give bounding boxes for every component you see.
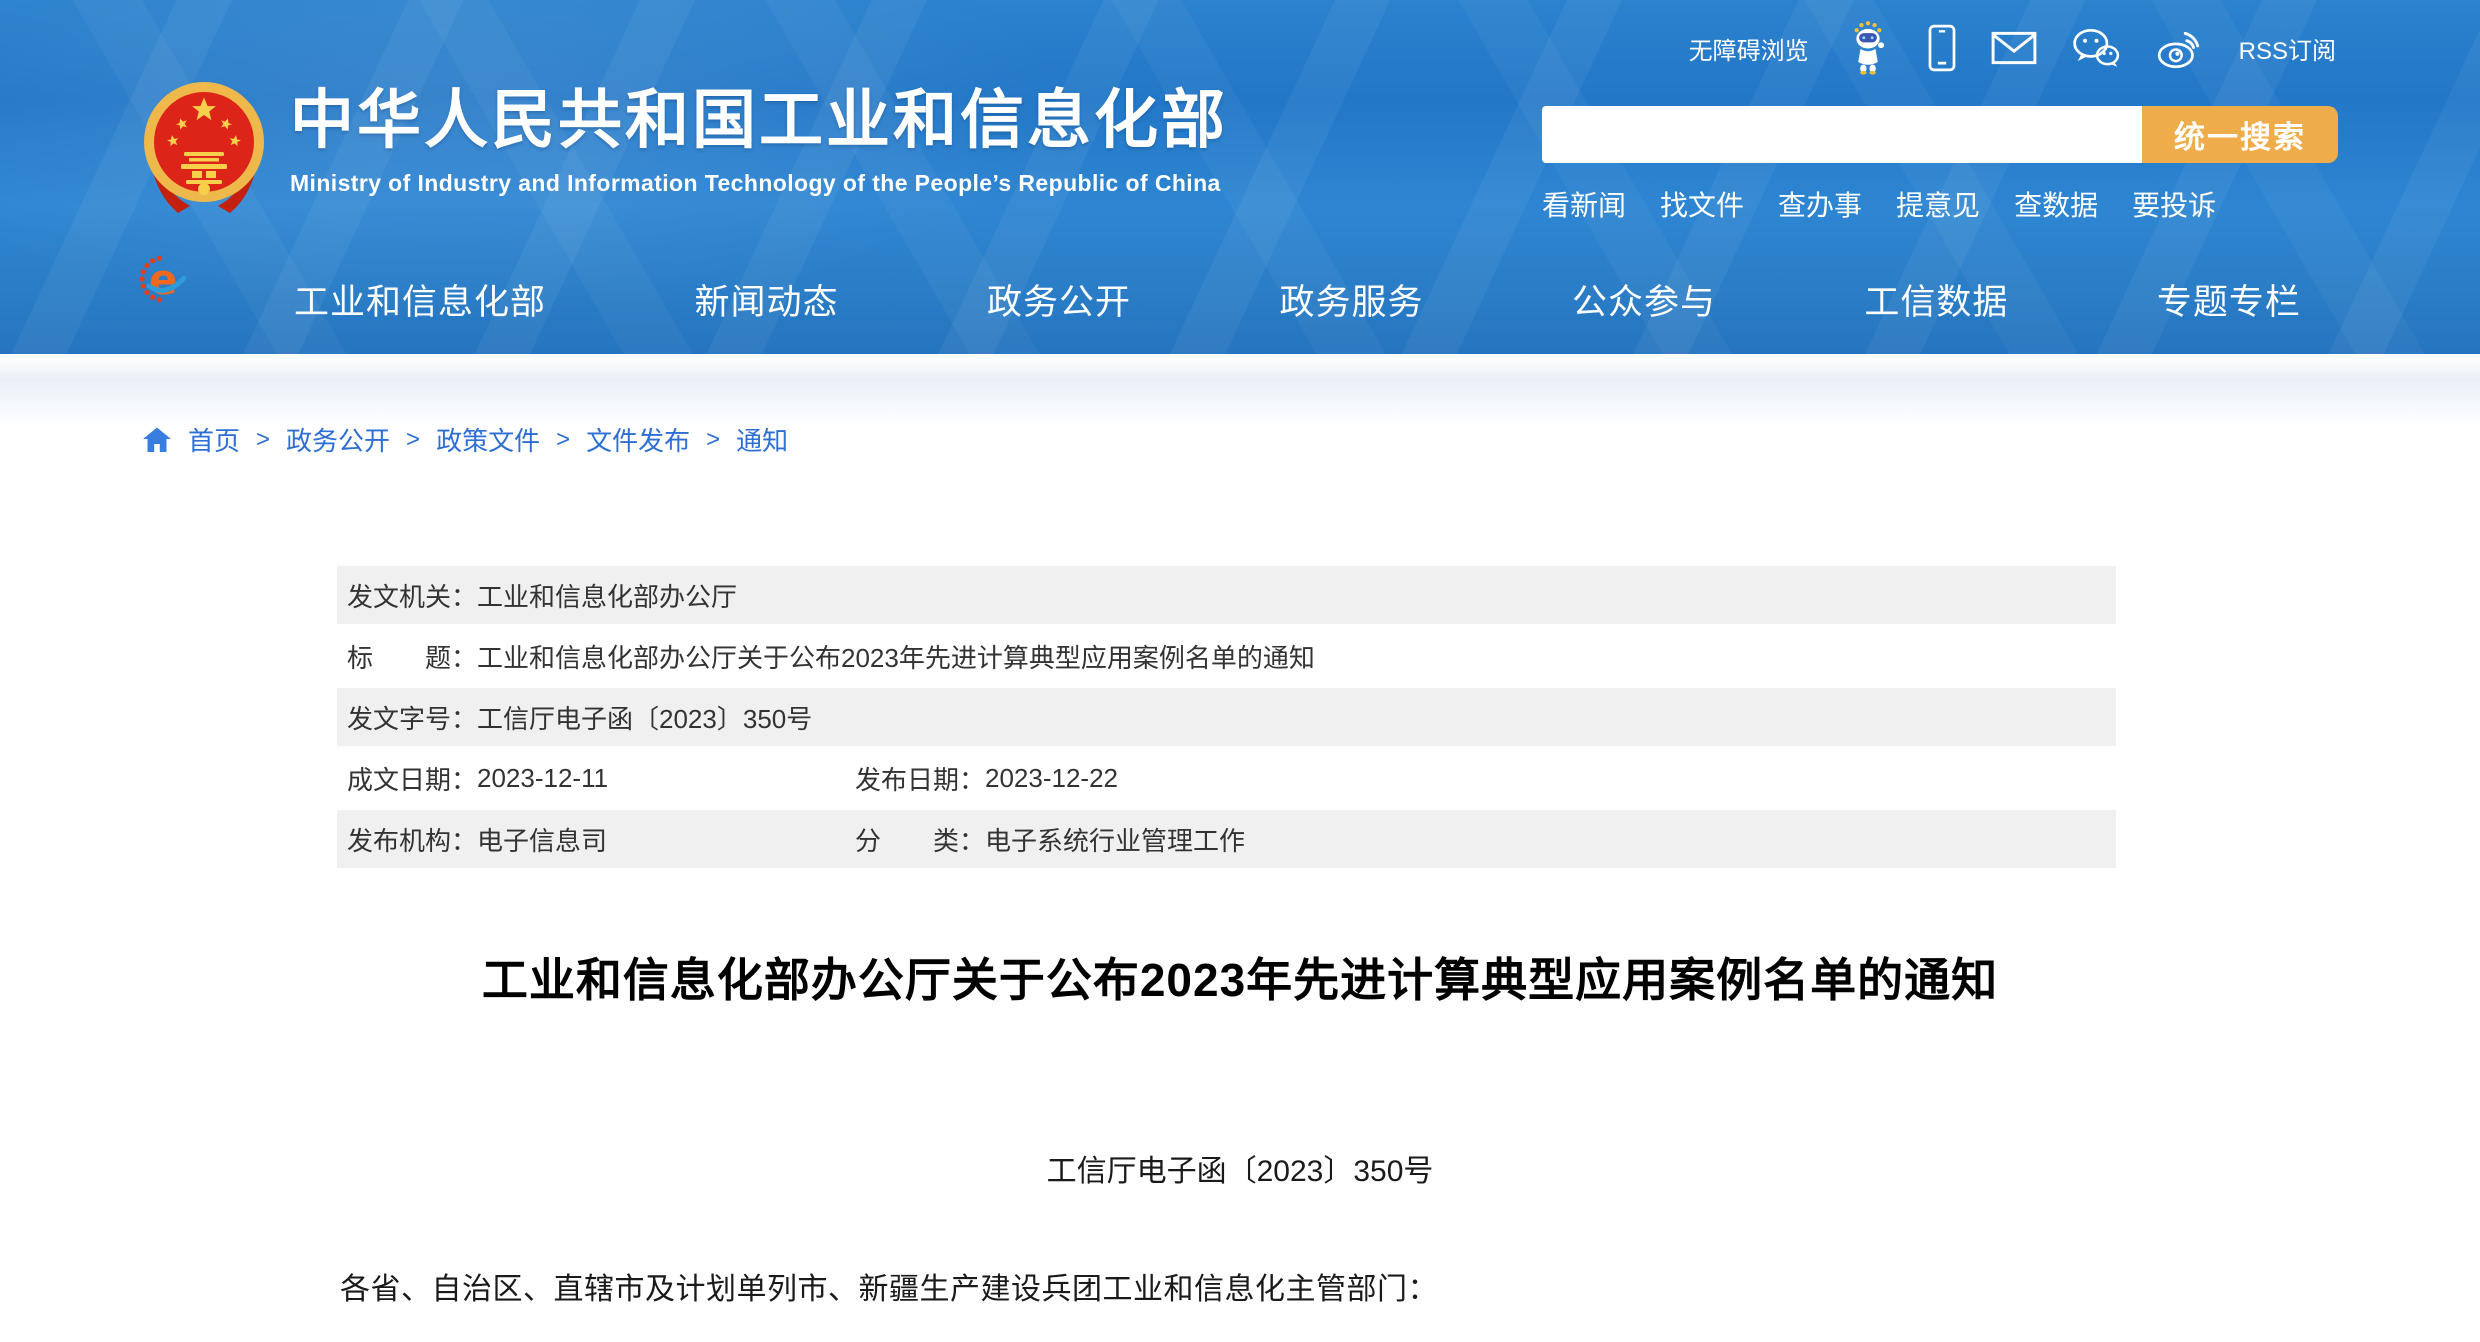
quick-link-data[interactable]: 查数据 <box>2014 184 2098 224</box>
meta-row-title: 标 题： 工业和信息化部办公厅关于公布2023年先进计算典型应用案例名单的通知 <box>337 624 2116 688</box>
crumb-policy-files[interactable]: 政策文件 <box>436 421 540 458</box>
quick-link-news[interactable]: 看新闻 <box>1542 184 1626 224</box>
brand-link[interactable]: 中华人民共和国工业和信息化部 Ministry of Industry and … <box>142 80 1228 214</box>
topbar: 无障碍浏览 <box>1689 22 2336 74</box>
crumb-home[interactable]: 首页 <box>188 421 240 458</box>
nav-item-gov-info[interactable]: 政务公开 <box>987 274 1131 325</box>
meta-label: 分 类： <box>855 821 985 858</box>
meta-value: 工业和信息化部办公厅关于公布2023年先进计算典型应用案例名单的通知 <box>477 638 1315 675</box>
document-number: 工信厅电子函〔2023〕350号 <box>0 1146 2480 1190</box>
unified-search-button[interactable]: 统一搜索 <box>2142 106 2338 163</box>
mobile-icon[interactable] <box>1927 24 1957 72</box>
meta-value: 电子系统行业管理工作 <box>985 821 1245 858</box>
meta-row-issuing-agency: 发文机关： 工业和信息化部办公厅 <box>337 566 2116 624</box>
document-title: 工业和信息化部办公厅关于公布2023年先进计算典型应用案例名单的通知 <box>0 944 2480 1010</box>
meta-row-doc-number: 发文字号： 工信厅电子函〔2023〕350号 <box>337 688 2116 746</box>
miit-e-logo-icon[interactable]: e <box>137 253 189 305</box>
weibo-icon[interactable] <box>2155 26 2205 70</box>
mail-icon[interactable] <box>1991 31 2037 65</box>
meta-row-dates: 成文日期： 2023-12-11 发布日期： 2023-12-22 <box>337 746 2116 810</box>
main-nav: e 工业和信息化部 新闻动态 政务公开 政务服务 公众参与 工信数据 专题专栏 <box>0 245 2480 354</box>
crumb-separator: > <box>406 426 420 454</box>
meta-value: 工信厅电子函〔2023〕350号 <box>477 699 812 736</box>
accessibility-link[interactable]: 无障碍浏览 <box>1689 31 1809 66</box>
meta-label: 发文字号： <box>347 699 477 736</box>
meta-value: 2023-12-11 <box>477 763 608 794</box>
meta-label: 发布日期： <box>855 760 985 797</box>
meta-value: 电子信息司 <box>477 821 607 858</box>
quick-link-files[interactable]: 找文件 <box>1660 184 1744 224</box>
meta-value: 工业和信息化部办公厅 <box>477 577 737 614</box>
header-shadow-band <box>0 358 2480 430</box>
home-icon[interactable] <box>142 426 172 454</box>
nav-item-topics[interactable]: 专题专栏 <box>2157 274 2301 325</box>
quick-link-services[interactable]: 查办事 <box>1778 184 1862 224</box>
nav-item-data[interactable]: 工信数据 <box>1864 274 2008 325</box>
crumb-separator: > <box>706 426 720 454</box>
nav-items: 工业和信息化部 新闻动态 政务公开 政务服务 公众参与 工信数据 专题专栏 <box>294 245 2301 354</box>
site-header: 无障碍浏览 <box>0 0 2480 354</box>
wechat-icon[interactable] <box>2071 27 2121 69</box>
breadcrumb: 首页 > 政务公开 > 政策文件 > 文件发布 > 通知 <box>142 421 788 458</box>
site-subtitle: Ministry of Industry and Information Tec… <box>290 170 1228 197</box>
national-emblem-icon <box>142 80 266 214</box>
brand-text: 中华人民共和国工业和信息化部 Ministry of Industry and … <box>290 80 1228 214</box>
quick-link-feedback[interactable]: 提意见 <box>1896 184 1980 224</box>
site-title: 中华人民共和国工业和信息化部 <box>290 84 1228 156</box>
crumb-gov-info[interactable]: 政务公开 <box>286 421 390 458</box>
doc-meta-table: 发文机关： 工业和信息化部办公厅 标 题： 工业和信息化部办公厅关于公布2023… <box>337 566 2116 868</box>
search-quick-links: 看新闻 找文件 查办事 提意见 查数据 要投诉 <box>1542 184 2216 224</box>
meta-label: 发文机关： <box>347 577 477 614</box>
quick-link-complaint[interactable]: 要投诉 <box>2132 184 2216 224</box>
svg-text:e: e <box>149 255 178 304</box>
search-area: 统一搜索 <box>1542 106 2338 163</box>
meta-label: 标 题： <box>347 638 477 675</box>
nav-item-gov-services[interactable]: 政务服务 <box>1279 274 1423 325</box>
nav-item-participation[interactable]: 公众参与 <box>1572 274 1716 325</box>
crumb-separator: > <box>256 426 270 454</box>
crumb-separator: > <box>556 426 570 454</box>
meta-value: 2023-12-22 <box>985 763 1118 794</box>
crumb-notice[interactable]: 通知 <box>736 421 788 458</box>
document-salutation: 各省、自治区、直辖市及计划单列市、新疆生产建设兵团工业和信息化主管部门： <box>340 1264 1438 1308</box>
mascot-robot-icon[interactable] <box>1843 20 1893 76</box>
nav-item-news[interactable]: 新闻动态 <box>694 274 838 325</box>
crumb-file-release[interactable]: 文件发布 <box>586 421 690 458</box>
meta-label: 成文日期： <box>347 760 477 797</box>
rss-link[interactable]: RSS订阅 <box>2239 31 2336 66</box>
search-input[interactable] <box>1542 106 2142 163</box>
meta-label: 发布机构： <box>347 821 477 858</box>
nav-item-miit[interactable]: 工业和信息化部 <box>294 274 546 325</box>
meta-row-publisher: 发布机构： 电子信息司 分 类： 电子系统行业管理工作 <box>337 810 2116 868</box>
